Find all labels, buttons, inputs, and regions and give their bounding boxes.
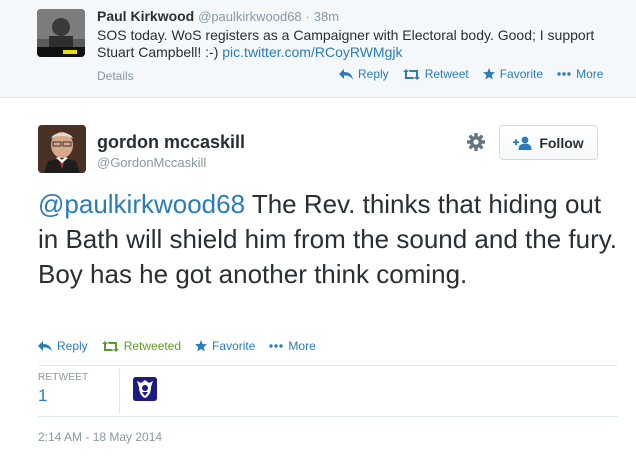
gear-icon: [467, 133, 485, 151]
parent-favorite-label: Favorite: [499, 67, 544, 81]
retweet-icon: [101, 340, 119, 352]
follow-button[interactable]: Follow: [499, 125, 598, 160]
stats-separator: [119, 369, 120, 414]
parent-tweet-header: Paul Kirkwood @paulkirkwood68 · 38m: [97, 8, 339, 24]
mention-link[interactable]: @paulkirkwood68: [38, 189, 245, 219]
favorite-button[interactable]: Favorite: [195, 339, 255, 353]
parent-more-button[interactable]: More: [557, 67, 603, 81]
author-name[interactable]: gordon mccaskill: [97, 132, 245, 153]
parent-more-label: More: [576, 67, 604, 81]
author-avatar[interactable]: [38, 125, 86, 173]
tweet-actions: Reply Retweeted Favorite More: [38, 339, 316, 353]
reply-arrow-icon: [339, 68, 353, 80]
tweet-text: @paulkirkwood68 The Rev. thinks that hid…: [38, 187, 618, 292]
header-separator: ·: [305, 9, 310, 24]
tweet-timestamp[interactable]: 2:14 AM - 18 May 2014: [38, 430, 162, 444]
parent-tweet-actions: Reply Retweet Favorite More: [339, 67, 603, 81]
reply-button[interactable]: Reply: [38, 339, 88, 353]
settings-button[interactable]: [466, 132, 486, 152]
retweet-stat-label: RETWEET: [38, 372, 89, 383]
stats-bottom-divider: [38, 416, 618, 417]
parent-tweet-pic-link[interactable]: pic.twitter.com/RCoyRWMgjk: [222, 44, 402, 60]
parent-author-avatar[interactable]: [37, 9, 85, 57]
retweet-icon: [402, 68, 420, 80]
parent-reply-button[interactable]: Reply: [339, 67, 389, 81]
stats-top-divider: [38, 365, 618, 366]
parent-tweet-time[interactable]: 38m: [314, 9, 339, 24]
star-icon: [195, 340, 208, 352]
more-button[interactable]: More: [269, 339, 316, 353]
parent-tweet: Paul Kirkwood @paulkirkwood68 · 38m SOS …: [0, 0, 636, 98]
reply-label: Reply: [57, 339, 88, 353]
retweet-count[interactable]: 1: [38, 386, 88, 406]
retweeted-label: Retweeted: [123, 339, 182, 353]
retweet-stats[interactable]: RETWEET 1: [38, 372, 88, 406]
author-handle[interactable]: @GordonMccaskill: [97, 155, 206, 170]
more-label: More: [288, 339, 316, 353]
parent-favorite-button[interactable]: Favorite: [482, 67, 544, 81]
retweeted-button[interactable]: Retweeted: [101, 339, 182, 353]
parent-author-handle[interactable]: @paulkirkwood68: [198, 9, 302, 24]
parent-reply-label: Reply: [358, 67, 389, 81]
retweeter-avatar[interactable]: [133, 377, 157, 401]
follow-label: Follow: [539, 134, 584, 151]
ellipsis-icon: [557, 72, 571, 76]
add-user-icon: [513, 136, 532, 150]
reply-arrow-icon: [38, 340, 52, 352]
parent-tweet-text: SOS today. WoS registers as a Campaigner…: [97, 27, 617, 61]
parent-author-name[interactable]: Paul Kirkwood: [97, 8, 194, 24]
favorite-label: Favorite: [212, 339, 256, 353]
ellipsis-icon: [269, 344, 284, 348]
details-link[interactable]: Details: [97, 69, 134, 83]
parent-retweet-button[interactable]: Retweet: [402, 67, 469, 81]
star-icon: [482, 68, 495, 80]
parent-retweet-label: Retweet: [424, 67, 469, 81]
